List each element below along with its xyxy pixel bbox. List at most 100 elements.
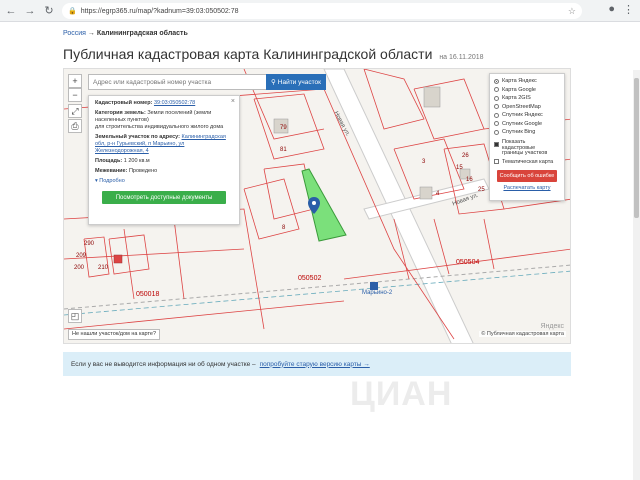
radio-button[interactable] bbox=[494, 87, 499, 93]
print-icon[interactable]: ⎙ bbox=[68, 119, 82, 133]
bookmark-star-icon[interactable]: ☆ bbox=[568, 6, 576, 17]
area-row: Площадь: 1 200 кв.м bbox=[95, 158, 233, 165]
layer-label: Спутник Яндекс bbox=[502, 112, 543, 119]
parcel-number: 15 bbox=[456, 165, 463, 171]
parcel-number: 8 bbox=[282, 225, 286, 231]
yandex-logo: Яндекс bbox=[540, 323, 564, 330]
parcel-number: 290 bbox=[84, 241, 95, 247]
block-label: 050502 bbox=[298, 275, 322, 282]
layer-label: OpenStreetMap bbox=[502, 103, 541, 110]
search-input[interactable] bbox=[88, 74, 266, 90]
not-found-button[interactable]: Не нашли участок/дом на карте? bbox=[68, 329, 161, 340]
forward-icon[interactable]: → bbox=[22, 3, 38, 19]
scrollbar-thumb[interactable] bbox=[634, 78, 639, 218]
address-bar[interactable]: 🔒 https://egrp365.ru/map/?kadnum=39:03:0… bbox=[62, 3, 582, 19]
cadastral-label: Кадастровый номер: bbox=[95, 100, 153, 106]
zoom-out-button[interactable]: − bbox=[68, 88, 82, 102]
ruler-icon[interactable]: ◰ bbox=[68, 309, 82, 323]
show-documents-button[interactable]: Посмотреть доступные документы bbox=[102, 191, 226, 204]
parcel-number: 209 bbox=[76, 253, 87, 259]
search-button-label: Найти участок bbox=[277, 78, 321, 86]
category-row: Категория земель: Земли поселений (земли… bbox=[95, 110, 233, 131]
radio-button[interactable] bbox=[494, 129, 499, 135]
page-title: Публичная кадастровая карта Калининградс… bbox=[63, 46, 484, 62]
layer-label: Спутник Google bbox=[502, 120, 542, 127]
parcel-number: 210 bbox=[98, 265, 109, 271]
old-version-link[interactable]: попробуйте старую версию карты → bbox=[260, 361, 370, 368]
address-row: Земельный участок по адресу: Калининград… bbox=[95, 134, 233, 155]
details-toggle[interactable]: ▾ Подробно bbox=[95, 178, 233, 185]
cadastral-map[interactable]: Новая ул. Новая ул. 050502 050504 050018… bbox=[63, 68, 571, 344]
block-label: 050018 bbox=[136, 291, 160, 298]
layer-option[interactable]: Карта Яндекс bbox=[494, 77, 560, 86]
search-icon: ⚲ bbox=[271, 79, 276, 86]
notice-text: Если у вас не выводится информация ни об… bbox=[71, 360, 256, 368]
layer-option[interactable]: Спутник Google bbox=[494, 120, 560, 129]
profile-icon[interactable]: ● bbox=[608, 3, 615, 16]
radio-button[interactable] bbox=[494, 112, 499, 118]
layer-option[interactable]: Карта Google bbox=[494, 86, 560, 95]
purpose-value: для строительства индивидуального жилого… bbox=[95, 124, 224, 130]
parcel-number: 200 bbox=[74, 265, 85, 271]
browser-toolbar: ← → ↻ ⌂ 🔒 https://egrp365.ru/map/?kadnum… bbox=[0, 0, 640, 22]
boundary-row: Межевание: Проведено bbox=[95, 168, 233, 175]
zoom-in-button[interactable]: + bbox=[68, 74, 82, 88]
parcel-info-panel: × Кадастровый номер: 39:03:050502:78 Кат… bbox=[88, 95, 240, 225]
radio-button[interactable] bbox=[494, 104, 499, 110]
thematic-map-toggle[interactable]: Тематическая карта bbox=[494, 158, 560, 167]
block-label: 050504 bbox=[456, 259, 480, 266]
cadastral-number[interactable]: 39:03:050502:78 bbox=[154, 100, 195, 106]
parcel-number: 3 bbox=[422, 159, 426, 165]
radio-button[interactable] bbox=[494, 121, 499, 127]
print-map-link[interactable]: Распечатать карту bbox=[494, 185, 560, 191]
page-date: на 16.11.2018 bbox=[439, 54, 484, 61]
fullscreen-icon[interactable]: ⤢ bbox=[68, 104, 82, 118]
bus-stop-label: Марьино-2 bbox=[362, 290, 393, 296]
breadcrumb-separator: → bbox=[87, 30, 95, 37]
close-icon[interactable]: × bbox=[231, 98, 235, 105]
category-label: Категория земель: bbox=[95, 110, 146, 116]
map-attribution: © Публичная кадастровая карта bbox=[479, 331, 566, 337]
breadcrumb-root[interactable]: Россия bbox=[63, 30, 86, 37]
layer-option[interactable]: Спутник Bing bbox=[494, 128, 560, 137]
show-boundaries-toggle[interactable]: Показать кадастровые bbox=[494, 139, 560, 151]
parcel-number: 26 bbox=[462, 153, 469, 159]
old-version-notice: Если у вас не выводится информация ни об… bbox=[63, 352, 571, 376]
boundary-value: Проведено bbox=[128, 168, 158, 174]
report-error-button[interactable]: Сообщить об ошибке bbox=[497, 170, 557, 182]
reload-icon[interactable]: ↻ bbox=[41, 3, 57, 19]
layers-panel: Карта Яндекс Карта Google Карта 2GIS OpenSt… bbox=[489, 73, 565, 201]
lock-icon: 🔒 bbox=[68, 8, 77, 15]
menu-dots-icon[interactable]: ⋮ bbox=[623, 3, 634, 16]
page-title-text: Публичная кадастровая карта Калининградс… bbox=[63, 46, 433, 62]
layer-label: Карта 2GIS bbox=[502, 95, 531, 102]
map-search: ⚲ Найти участок bbox=[88, 74, 326, 90]
thematic-map-label: Тематическая карта bbox=[502, 158, 554, 165]
watermark-logo: ЦИАН bbox=[350, 375, 453, 413]
plot-label: Земельный участок по адресу: bbox=[95, 134, 180, 140]
checkbox[interactable] bbox=[494, 159, 499, 165]
radio-button[interactable] bbox=[494, 78, 499, 84]
layer-list: Карта Яндекс Карта Google Карта 2GIS OpenSt… bbox=[494, 77, 560, 137]
boundary-label: Межевание: bbox=[95, 168, 128, 174]
layer-label: Карта Google bbox=[502, 86, 536, 93]
layer-option[interactable]: OpenStreetMap bbox=[494, 103, 560, 112]
layer-option[interactable]: Карта 2GIS bbox=[494, 94, 560, 103]
parcel-number: 81 bbox=[280, 147, 287, 153]
parcel-number: 4 bbox=[436, 191, 440, 197]
parcel-number: 79 bbox=[280, 125, 287, 131]
checkbox-checked[interactable] bbox=[494, 142, 499, 148]
breadcrumb-current: Калининградская область bbox=[96, 30, 188, 37]
layer-option[interactable]: Спутник Яндекс bbox=[494, 111, 560, 120]
search-button[interactable]: ⚲ Найти участок bbox=[266, 74, 326, 90]
cadastral-row: Кадастровый номер: 39:03:050502:78 bbox=[95, 100, 233, 107]
layer-label: Спутник Bing bbox=[502, 129, 536, 136]
parcel-number: 25 bbox=[478, 187, 485, 193]
area-label: Площадь: bbox=[95, 158, 123, 164]
back-icon[interactable]: ← bbox=[3, 3, 19, 19]
parcel-number: 16 bbox=[466, 177, 473, 183]
layer-label: Карта Яндекс bbox=[502, 78, 537, 85]
breadcrumb: Россия → Калининградская область bbox=[63, 30, 188, 37]
url-text: https://egrp365.ru/map/?kadnum=39:03:050… bbox=[80, 7, 239, 15]
radio-button[interactable] bbox=[494, 95, 499, 101]
